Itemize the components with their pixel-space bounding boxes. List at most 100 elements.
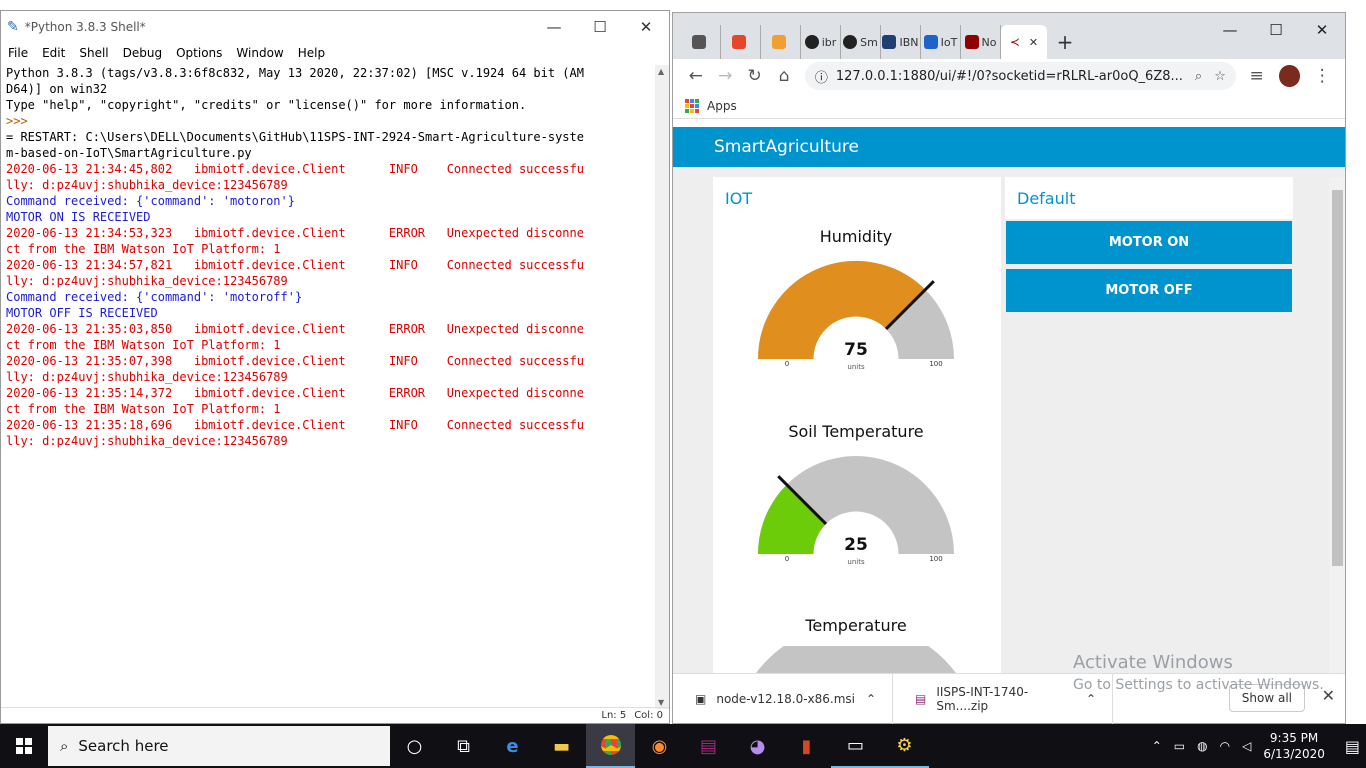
tab-close-icon[interactable]: ✕ [1029, 36, 1038, 49]
battery-icon[interactable]: ▭ [1174, 739, 1185, 753]
browser-tab[interactable]: IBN [881, 25, 921, 59]
python-icon: ✎ [7, 19, 19, 35]
motor-off-button[interactable]: MOTOR OFF [1006, 269, 1292, 312]
bookmark-star-icon[interactable]: ☆ [1214, 69, 1226, 84]
browser-tab[interactable]: IoT [921, 25, 961, 59]
reload-icon[interactable]: ↻ [740, 66, 769, 86]
chevron-up-icon[interactable]: ⌃ [1152, 739, 1162, 753]
browser-tab[interactable] [761, 25, 801, 59]
shell-console[interactable]: Python 3.8.3 (tags/v3.8.3:6f8c832, May 1… [1, 65, 657, 709]
browser-tab[interactable]: Sm [841, 25, 881, 59]
activate-subtitle: Go to Settings to activate Windows. [1073, 677, 1324, 693]
cortana-icon[interactable]: ○ [390, 724, 439, 768]
console-line: 2020-06-13 21:34:53,323 ibmiotf.device.C… [6, 226, 584, 240]
console-line: Command received: {'command': 'motoron'} [6, 194, 295, 208]
media-icon[interactable]: ≡ [1242, 66, 1271, 86]
apps-bookmark[interactable]: Apps [707, 99, 737, 113]
python-idle-icon[interactable]: ⚙ [880, 724, 929, 768]
browser-tab[interactable]: ibr [801, 25, 841, 59]
wifi-icon[interactable]: ◠ [1220, 739, 1230, 753]
chevron-up-icon[interactable]: ⌃ [866, 692, 876, 706]
address-bar[interactable]: ⓘ 127.0.0.1:1880/ui/#!/0?socketid=rRLRL-… [804, 62, 1236, 90]
page-scrollbar[interactable] [1329, 177, 1345, 675]
node-red-icon: ≺ [1009, 35, 1020, 49]
console-line: >>> [6, 114, 35, 128]
github-desktop-icon[interactable]: ◕ [733, 724, 782, 768]
idle-window-title: *Python 3.8.3 Shell* [24, 20, 146, 34]
scrollbar-thumb[interactable] [1332, 190, 1343, 566]
github-icon [804, 35, 819, 49]
dashboard-title: SmartAgriculture [714, 137, 859, 157]
humidity-title: Humidity [819, 227, 893, 246]
console-scrollbar[interactable]: ▲ ▼ [655, 65, 669, 709]
browser-tab[interactable] [681, 25, 721, 59]
notifications-icon[interactable]: ▤ [1345, 737, 1360, 756]
browser-tab-active[interactable]: ≺ ✕ [1001, 25, 1047, 59]
console-line: Python 3.8.3 (tags/v3.8.3:6f8c832, May 1… [6, 66, 584, 80]
menu-dots-icon[interactable]: ⋮ [1308, 66, 1337, 86]
column-number: Col: 0 [634, 710, 663, 721]
console-line: 2020-06-13 21:34:57,821 ibmiotf.device.C… [6, 258, 584, 272]
powerpoint-icon[interactable]: ▮ [782, 724, 831, 768]
taskbar-search[interactable]: ⌕ Search here [48, 726, 390, 766]
console-line: 2020-06-13 21:35:03,850 ibmiotf.device.C… [6, 322, 584, 336]
back-icon[interactable]: ← [681, 66, 710, 86]
menu-debug[interactable]: Debug [123, 46, 162, 60]
gauge-fill [758, 484, 828, 556]
network-icon[interactable]: ◍ [1197, 739, 1207, 753]
tab-label: ibr [821, 35, 837, 49]
gauge-min: 0 [785, 555, 789, 563]
home-icon[interactable]: ⌂ [769, 66, 798, 86]
maximize-button[interactable]: ☐ [1253, 13, 1299, 47]
tab-favicon-icon [882, 35, 897, 49]
console-line: m-based-on-IoT\SmartAgriculture.py [6, 146, 252, 160]
console-line: ct from the IBM Watson IoT Platform: 1 [6, 338, 281, 352]
menu-options[interactable]: Options [176, 46, 222, 60]
console-line: 2020-06-13 21:35:18,696 ibmiotf.device.C… [6, 418, 584, 432]
info-icon[interactable]: ⓘ [815, 67, 828, 86]
chrome-icon[interactable] [586, 724, 635, 768]
minimize-button[interactable]: — [1207, 13, 1253, 47]
minimize-button[interactable]: — [531, 11, 577, 43]
start-button[interactable] [0, 724, 48, 768]
menu-window[interactable]: Window [236, 46, 283, 60]
terminal-icon[interactable]: ▭ [831, 724, 880, 768]
task-view-icon[interactable]: ⧉ [439, 724, 488, 768]
menu-edit[interactable]: Edit [42, 46, 65, 60]
system-tray: ⌃ ▭ ◍ ◠ ◁ 9:35 PM 6/13/2020 ▤ [1146, 724, 1366, 768]
winrar-icon[interactable]: ▤ [684, 724, 733, 768]
dashboard-header: SmartAgriculture [673, 127, 1345, 167]
browser-tab[interactable]: No [961, 25, 1001, 59]
gauge-max: 100 [929, 555, 942, 563]
download-item[interactable]: ▣ node-v12.18.0-x86.msi ⌃ [673, 673, 893, 724]
volume-icon[interactable]: ◁ [1242, 739, 1251, 753]
firefox-icon[interactable]: ◉ [635, 724, 684, 768]
profile-avatar[interactable] [1279, 65, 1300, 87]
scroll-up-arrow-icon[interactable]: ▲ [658, 67, 664, 76]
gauge-value: 75 [844, 340, 868, 360]
edge-icon[interactable]: e [488, 724, 537, 768]
clock[interactable]: 9:35 PM 6/13/2020 [1263, 730, 1325, 762]
console-line: 2020-06-13 21:34:45,802 ibmiotf.device.C… [6, 162, 584, 176]
tab-favicon-icon [772, 35, 786, 49]
scroll-down-arrow-icon[interactable]: ▼ [658, 698, 664, 707]
url-text: 127.0.0.1:1880/ui/#!/0?socketid=rRLRL-ar… [835, 68, 1183, 84]
menu-help[interactable]: Help [298, 46, 325, 60]
menu-file[interactable]: File [8, 46, 28, 60]
tab-label: Sm [860, 35, 878, 49]
new-tab-button[interactable]: + [1047, 25, 1083, 59]
bookmarks-bar: Apps [673, 93, 1345, 119]
browser-tab[interactable] [721, 25, 761, 59]
motor-on-button[interactable]: MOTOR ON [1006, 221, 1292, 264]
gauge-max: 100 [929, 360, 942, 368]
forward-icon[interactable]: → [710, 66, 739, 86]
msi-file-icon: ▣ [695, 691, 707, 706]
zoom-icon[interactable]: ⌕ [1195, 69, 1202, 84]
console-line: D64)] on win32 [6, 82, 108, 96]
maximize-button[interactable]: ☐ [577, 11, 623, 43]
close-button[interactable]: ✕ [623, 11, 669, 43]
console-line: ct from the IBM Watson IoT Platform: 1 [6, 242, 281, 256]
file-explorer-icon[interactable]: ▬ [537, 724, 586, 768]
close-button[interactable]: ✕ [1299, 13, 1345, 47]
menu-shell[interactable]: Shell [79, 46, 108, 60]
